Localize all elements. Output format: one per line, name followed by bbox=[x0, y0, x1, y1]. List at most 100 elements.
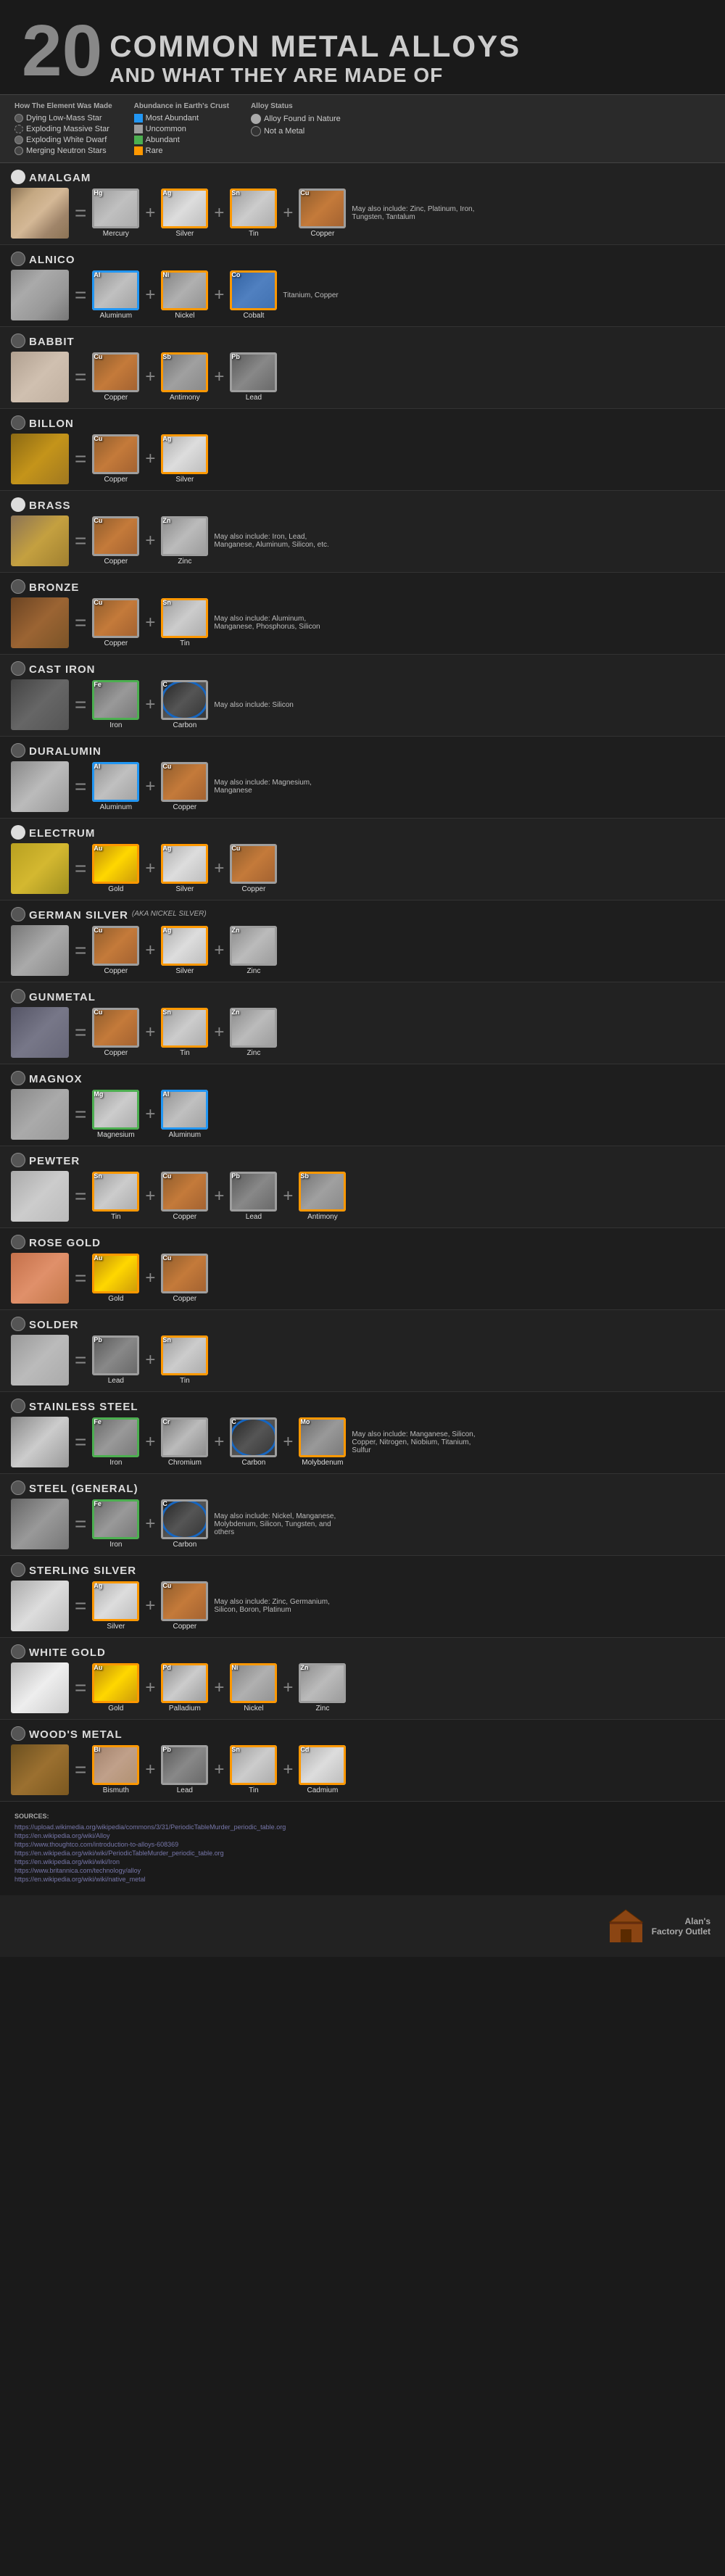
element-name: Copper bbox=[173, 803, 196, 811]
may-also-text: May also include: Manganese, Silicon, Co… bbox=[352, 1430, 482, 1454]
element-image: Ag bbox=[161, 926, 208, 966]
alloy-found-badge bbox=[11, 1644, 25, 1659]
element-image: Au bbox=[92, 1254, 139, 1293]
element-box-copper: Cu Copper bbox=[161, 1172, 208, 1221]
element-symbol: Cu bbox=[162, 1172, 171, 1180]
element-box-aluminum: AlAluminum bbox=[161, 1090, 208, 1139]
plus-sign: + bbox=[145, 449, 155, 469]
element-box-copper: CuCopper bbox=[92, 1008, 139, 1057]
element-symbol: Cu bbox=[162, 1254, 171, 1262]
element-box-iron: FeIron bbox=[92, 1499, 139, 1549]
element-box-nickel: NiNickel bbox=[161, 270, 208, 320]
element-image: Cu bbox=[92, 598, 139, 638]
element-name: Tin bbox=[180, 1377, 190, 1385]
element-name: Iron bbox=[109, 1459, 122, 1467]
element-symbol: Bi bbox=[94, 1746, 100, 1753]
element-box-gold: AuGold bbox=[92, 1254, 139, 1303]
may-also-text: May also include: Magnesium, Manganese bbox=[214, 779, 344, 795]
alloy-name: CAST IRON bbox=[29, 663, 96, 676]
alloy-name: GERMAN SILVER bbox=[29, 909, 128, 922]
element-box-lead: PbLead bbox=[161, 1745, 208, 1794]
element-symbol: Pb bbox=[162, 1746, 171, 1753]
legend-merging-label: Merging Neutron Stars bbox=[26, 146, 107, 155]
may-also-text: May also include: Nickel, Manganese, Mol… bbox=[214, 1512, 344, 1536]
alloy-image bbox=[11, 270, 69, 320]
element-symbol: Ni bbox=[162, 271, 169, 278]
source-link[interactable]: https://en.wikipedia.org/wiki/wiki/Iron bbox=[14, 1858, 710, 1865]
alloy-image bbox=[11, 1499, 69, 1549]
header-line2: And What They Are Made Of bbox=[109, 64, 521, 87]
element-name: Aluminum bbox=[169, 1131, 201, 1139]
element-image: Cu bbox=[299, 189, 346, 228]
alloy-image bbox=[11, 352, 69, 402]
source-link[interactable]: https://www.thoughtco.com/introduction-t… bbox=[14, 1841, 710, 1848]
element-name: Silver bbox=[175, 476, 194, 484]
legend-uncommon-icon bbox=[134, 125, 143, 133]
plus-sign: + bbox=[145, 1350, 155, 1370]
equals-sign: = bbox=[75, 1185, 86, 1208]
alloy-row: =AuGold+CuCopper bbox=[11, 1253, 714, 1304]
element-name: Mercury bbox=[103, 230, 129, 238]
alloy-row: =CuCopper+AgSilver bbox=[11, 434, 714, 484]
element-name: Carbon bbox=[173, 1541, 196, 1549]
alloy-row: =CuCopper+SbAntimony+PbLead bbox=[11, 352, 714, 402]
legend-alloy-title: Alloy Status bbox=[251, 102, 341, 110]
element-image: Hg bbox=[92, 189, 139, 228]
alloy-name: STEEL (GENERAL) bbox=[29, 1483, 138, 1495]
element-box-carbon: CCarbon bbox=[161, 1499, 208, 1549]
element-box-carbon: CCarbon bbox=[161, 680, 208, 729]
legend-most-abundant-icon bbox=[134, 114, 143, 123]
may-also-text: May also include: Zinc, Germanium, Silic… bbox=[214, 1598, 344, 1614]
element-name: Silver bbox=[175, 885, 194, 893]
element-box-molybdenum: MoMolybdenum bbox=[299, 1417, 346, 1467]
element-image: Cu bbox=[161, 1172, 208, 1212]
element-box-mercury: Hg Mercury bbox=[92, 189, 139, 238]
element-box-tin: SnTin bbox=[161, 598, 208, 647]
legend-not-metal-icon bbox=[251, 126, 261, 136]
alloy-row: =PbLead+SnTin bbox=[11, 1335, 714, 1386]
element-symbol: Fe bbox=[94, 1500, 102, 1507]
alloy-image bbox=[11, 515, 69, 566]
element-image: C bbox=[230, 1417, 277, 1457]
element-name: Cobalt bbox=[243, 312, 264, 320]
plus-sign: + bbox=[145, 1104, 155, 1125]
alloy-section-babbit: BABBIT=CuCopper+SbAntimony+PbLead bbox=[0, 327, 725, 409]
legend-dying-icon bbox=[14, 114, 23, 123]
legend-not-metal-label: Not a Metal bbox=[264, 127, 304, 136]
equals-sign: = bbox=[75, 1676, 86, 1699]
alloy-section-german-silver: GERMAN SILVER(AKA NICKEL SILVER)=CuCoppe… bbox=[0, 900, 725, 982]
source-link[interactable]: https://en.wikipedia.org/wiki/wiki/Perio… bbox=[14, 1850, 710, 1857]
element-image: Ag bbox=[161, 189, 208, 228]
abundance-border bbox=[230, 1417, 277, 1457]
element-image: Cu bbox=[92, 516, 139, 556]
element-box-aluminum: AlAluminum bbox=[92, 270, 139, 320]
source-link[interactable]: https://www.britannica.com/technology/al… bbox=[14, 1867, 710, 1874]
source-link[interactable]: https://upload.wikimedia.org/wikipedia/c… bbox=[14, 1823, 710, 1831]
element-name: Copper bbox=[173, 1213, 196, 1221]
alloy-section-billon: BILLON=CuCopper+AgSilver bbox=[0, 409, 725, 491]
element-name: Lead bbox=[108, 1377, 124, 1385]
element-symbol: Ni bbox=[231, 1664, 238, 1671]
element-name: Cadmium bbox=[307, 1786, 339, 1794]
alloy-section-rose-gold: ROSE GOLD=AuGold+CuCopper bbox=[0, 1228, 725, 1310]
element-symbol: Cu bbox=[94, 927, 102, 934]
sources-section: SOURCES: https://upload.wikimedia.org/wi… bbox=[0, 1802, 725, 1895]
alloy-row: =SnTin+CuCopper+PbLead+SbAntimony bbox=[11, 1171, 714, 1222]
element-image: Ni bbox=[161, 270, 208, 310]
element-name: Zinc bbox=[246, 1049, 260, 1057]
alloy-name: AMALGAM bbox=[29, 172, 91, 184]
element-symbol: Pd bbox=[162, 1664, 171, 1671]
alloy-row: =FeIron+CCarbonMay also include: Silicon bbox=[11, 679, 714, 730]
element-symbol: Sb bbox=[300, 1172, 309, 1180]
element-name: Antimony bbox=[307, 1213, 338, 1221]
element-image: Fe bbox=[92, 1417, 139, 1457]
source-link[interactable]: https://en.wikipedia.org/wiki/Alloy bbox=[14, 1832, 710, 1839]
plus-sign: + bbox=[145, 1514, 155, 1534]
element-box-palladium: PdPalladium bbox=[161, 1663, 208, 1712]
element-image: Cu bbox=[92, 926, 139, 966]
alloy-found-badge bbox=[11, 989, 25, 1003]
element-symbol: Ag bbox=[162, 189, 171, 196]
source-link[interactable]: https://en.wikipedia.org/wiki/wiki/nativ… bbox=[14, 1876, 710, 1883]
plus-sign: + bbox=[145, 776, 155, 797]
alloy-row: =BiBismuth+PbLead+SnTin+CdCadmium bbox=[11, 1744, 714, 1795]
